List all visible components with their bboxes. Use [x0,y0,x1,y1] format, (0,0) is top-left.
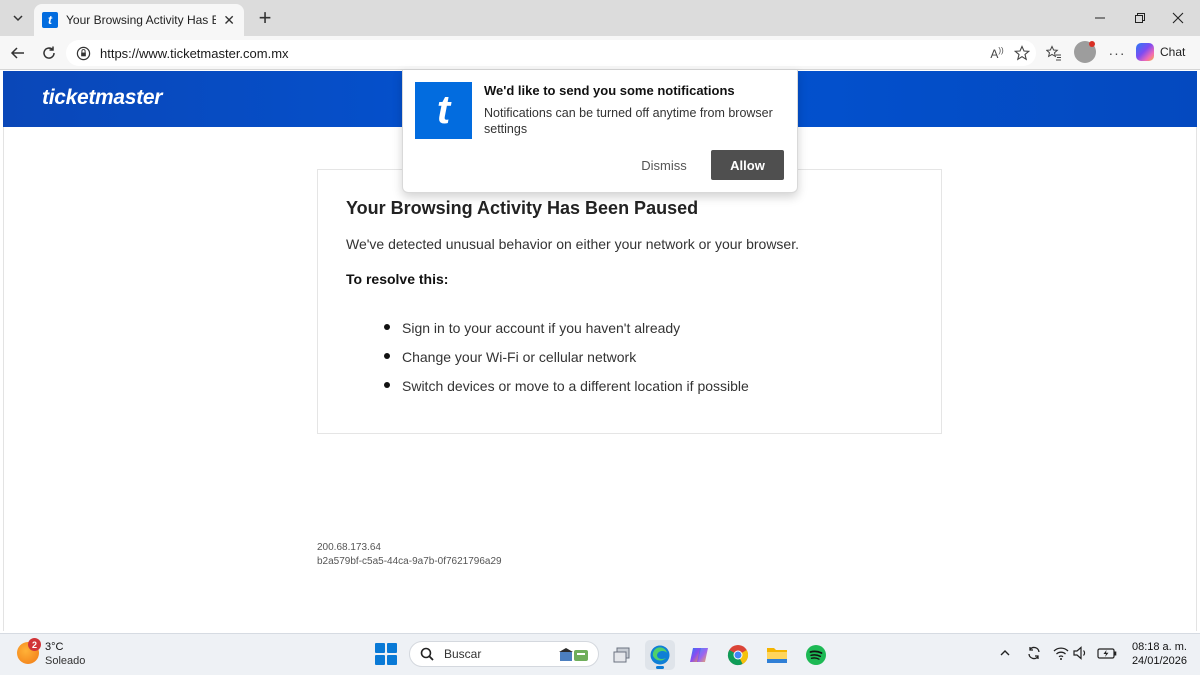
show-hidden-icons-button[interactable] [996,644,1014,662]
start-button[interactable] [375,643,397,665]
windows-logo-tile [375,655,385,665]
taskbar-search[interactable]: Buscar [409,641,599,667]
active-indicator [656,666,664,669]
restore-button[interactable] [1120,6,1160,30]
favorite-star-button[interactable] [1010,40,1034,66]
battery-charging-icon [1097,648,1117,659]
back-button[interactable] [5,40,31,66]
chevron-up-icon [1000,650,1010,656]
restore-icon [1135,13,1145,23]
volume-tray-button[interactable] [1072,644,1090,662]
chat-button[interactable]: Chat [1136,40,1194,64]
close-icon [1172,12,1184,24]
weather-condition[interactable]: Soleado [45,655,85,667]
search-icon [420,647,434,661]
wifi-icon [1053,647,1069,660]
file-explorer-taskbar-button[interactable] [762,640,792,670]
tab-title: Your Browsing Activity Has Been Paused [66,13,217,27]
close-window-button[interactable] [1158,6,1198,30]
address-bar[interactable]: https://www.ticketmaster.com.mx [66,40,1036,66]
copilot-icon [1136,43,1154,61]
refresh-button[interactable] [36,40,62,66]
chat-label: Chat [1160,45,1186,59]
chrome-taskbar-button[interactable] [723,640,753,670]
spotify-taskbar-button[interactable] [801,640,831,670]
more-icon: ··· [1108,45,1126,61]
settings-more-button[interactable]: ··· [1105,40,1129,66]
clock-date[interactable]: 24/01/2026 [1125,655,1187,667]
search-highlight-icon [559,648,588,661]
ticketmaster-logo[interactable]: ticketmaster [42,86,162,110]
chrome-icon [727,645,749,666]
task-view-button[interactable] [607,640,637,670]
card-subtitle: To resolve this: [346,271,449,287]
browser-tab[interactable]: t Your Browsing Activity Has Been Paused… [34,4,244,36]
ticketmaster-t-logo: t [415,82,472,139]
copilot-icon [690,648,708,662]
windows-logo-tile [387,643,397,653]
popup-message: Notifications can be turned off anytime … [484,106,773,136]
read-aloud-icon: A)) [990,45,1004,61]
refresh-icon [43,46,55,59]
clock-time[interactable]: 08:18 a. m. [1125,641,1187,653]
copilot-taskbar-button[interactable] [684,640,714,670]
taskbar [0,633,1200,675]
weather-badge: 2 [28,638,41,651]
file-explorer-icon [767,648,787,663]
sync-icon [1028,646,1040,660]
card-description: We've detected unusual behavior on eithe… [346,236,799,252]
url-text: https://www.ticketmaster.com.mx [100,45,289,61]
popup-title: We'd like to send you some notifications [484,83,735,98]
edge-taskbar-button[interactable] [645,640,675,670]
list-item: Change your Wi-Fi or cellular network [384,342,749,371]
site-info-icon[interactable] [74,44,92,62]
wifi-tray-button[interactable] [1052,644,1070,662]
speaker-icon [1073,646,1086,660]
task-view-icon [613,647,630,663]
windows-logo-tile [387,655,397,665]
favorites-button[interactable] [1042,40,1066,66]
list-item: Sign in to your account if you haven't a… [384,313,749,342]
profile-status-dot [1089,41,1095,47]
ticketmaster-favicon-icon: t [42,12,58,28]
battery-tray-button[interactable] [1096,644,1118,662]
list-item: Switch devices or move to a different lo… [384,371,749,400]
card-title: Your Browsing Activity Has Been Paused [346,198,699,218]
read-aloud-button[interactable]: A)) [985,40,1009,66]
resolve-steps-list: Sign in to your account if you haven't a… [384,313,749,400]
dismiss-button[interactable]: Dismiss [632,151,696,179]
edge-icon [650,645,670,665]
search-placeholder: Buscar [444,647,482,661]
favorites-icon [1046,45,1061,61]
tab-list-button[interactable] [6,7,30,29]
spotify-icon [806,645,826,665]
ip-address: 200.68.173.64 [317,542,381,553]
weather-temperature[interactable]: 3°C [45,641,63,653]
tab-close-icon[interactable]: ✕ [222,12,236,29]
minimize-button[interactable] [1080,6,1120,30]
allow-button[interactable]: Allow [711,150,784,180]
sync-tray-button[interactable] [1025,644,1043,662]
new-tab-button[interactable]: + [252,5,278,31]
windows-logo-icon [375,643,385,653]
minimize-icon [1095,17,1105,19]
chevron-down-icon [13,15,23,22]
request-id: b2a579bf-c5a5-44ca-9a7b-0f7621796a29 [317,556,502,567]
star-icon [1014,45,1030,61]
back-arrow-icon [10,47,24,59]
